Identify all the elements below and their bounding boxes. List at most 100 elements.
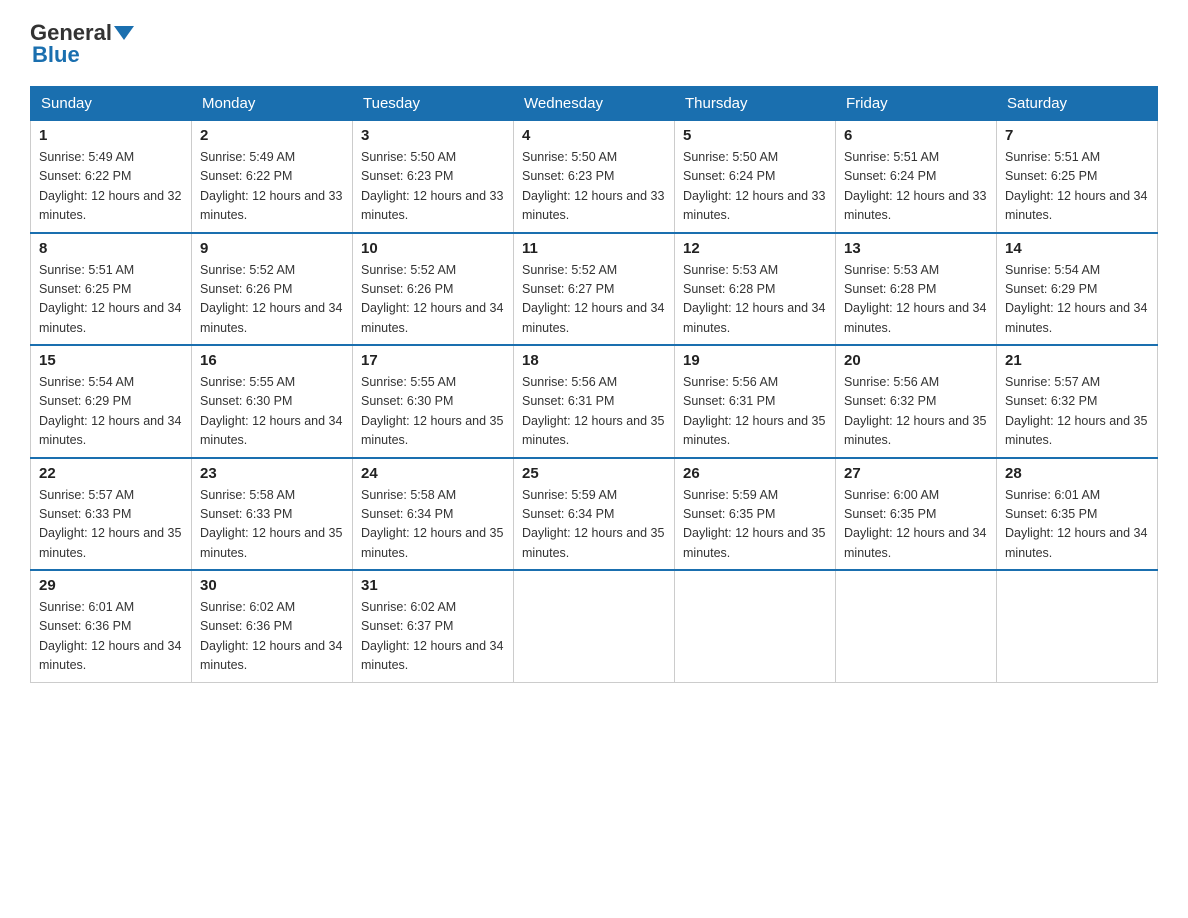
calendar-cell: 14 Sunrise: 5:54 AMSunset: 6:29 PMDaylig… bbox=[997, 233, 1158, 346]
day-number: 24 bbox=[361, 465, 505, 482]
day-info: Sunrise: 5:52 AMSunset: 6:26 PMDaylight:… bbox=[200, 261, 344, 339]
calendar-week-row: 22 Sunrise: 5:57 AMSunset: 6:33 PMDaylig… bbox=[31, 458, 1158, 571]
day-info: Sunrise: 5:54 AMSunset: 6:29 PMDaylight:… bbox=[39, 373, 183, 451]
day-number: 30 bbox=[200, 577, 344, 594]
day-number: 22 bbox=[39, 465, 183, 482]
day-number: 10 bbox=[361, 240, 505, 257]
day-info: Sunrise: 5:56 AMSunset: 6:31 PMDaylight:… bbox=[522, 373, 666, 451]
day-info: Sunrise: 5:59 AMSunset: 6:34 PMDaylight:… bbox=[522, 486, 666, 564]
day-info: Sunrise: 5:55 AMSunset: 6:30 PMDaylight:… bbox=[361, 373, 505, 451]
day-number: 4 bbox=[522, 127, 666, 144]
day-number: 21 bbox=[1005, 352, 1149, 369]
day-info: Sunrise: 5:55 AMSunset: 6:30 PMDaylight:… bbox=[200, 373, 344, 451]
calendar-header-row: SundayMondayTuesdayWednesdayThursdayFrid… bbox=[31, 87, 1158, 121]
day-number: 3 bbox=[361, 127, 505, 144]
calendar-cell: 30 Sunrise: 6:02 AMSunset: 6:36 PMDaylig… bbox=[192, 570, 353, 682]
calendar-cell: 7 Sunrise: 5:51 AMSunset: 6:25 PMDayligh… bbox=[997, 121, 1158, 233]
day-info: Sunrise: 5:49 AMSunset: 6:22 PMDaylight:… bbox=[39, 148, 183, 226]
day-number: 12 bbox=[683, 240, 827, 257]
calendar-cell: 21 Sunrise: 5:57 AMSunset: 6:32 PMDaylig… bbox=[997, 345, 1158, 458]
day-info: Sunrise: 5:56 AMSunset: 6:32 PMDaylight:… bbox=[844, 373, 988, 451]
day-info: Sunrise: 5:52 AMSunset: 6:26 PMDaylight:… bbox=[361, 261, 505, 339]
calendar-cell: 6 Sunrise: 5:51 AMSunset: 6:24 PMDayligh… bbox=[836, 121, 997, 233]
day-info: Sunrise: 6:01 AMSunset: 6:36 PMDaylight:… bbox=[39, 598, 183, 676]
day-info: Sunrise: 6:01 AMSunset: 6:35 PMDaylight:… bbox=[1005, 486, 1149, 564]
col-header-friday: Friday bbox=[836, 87, 997, 121]
calendar-cell: 8 Sunrise: 5:51 AMSunset: 6:25 PMDayligh… bbox=[31, 233, 192, 346]
calendar-cell: 13 Sunrise: 5:53 AMSunset: 6:28 PMDaylig… bbox=[836, 233, 997, 346]
day-info: Sunrise: 5:53 AMSunset: 6:28 PMDaylight:… bbox=[844, 261, 988, 339]
calendar-cell: 24 Sunrise: 5:58 AMSunset: 6:34 PMDaylig… bbox=[353, 458, 514, 571]
calendar-cell: 19 Sunrise: 5:56 AMSunset: 6:31 PMDaylig… bbox=[675, 345, 836, 458]
calendar-cell: 15 Sunrise: 5:54 AMSunset: 6:29 PMDaylig… bbox=[31, 345, 192, 458]
day-info: Sunrise: 5:49 AMSunset: 6:22 PMDaylight:… bbox=[200, 148, 344, 226]
day-info: Sunrise: 6:00 AMSunset: 6:35 PMDaylight:… bbox=[844, 486, 988, 564]
calendar-week-row: 8 Sunrise: 5:51 AMSunset: 6:25 PMDayligh… bbox=[31, 233, 1158, 346]
day-number: 8 bbox=[39, 240, 183, 257]
day-info: Sunrise: 5:50 AMSunset: 6:24 PMDaylight:… bbox=[683, 148, 827, 226]
logo-blue-text: Blue bbox=[30, 42, 80, 68]
day-number: 14 bbox=[1005, 240, 1149, 257]
day-info: Sunrise: 5:59 AMSunset: 6:35 PMDaylight:… bbox=[683, 486, 827, 564]
day-info: Sunrise: 6:02 AMSunset: 6:37 PMDaylight:… bbox=[361, 598, 505, 676]
day-number: 5 bbox=[683, 127, 827, 144]
day-number: 19 bbox=[683, 352, 827, 369]
calendar-cell: 2 Sunrise: 5:49 AMSunset: 6:22 PMDayligh… bbox=[192, 121, 353, 233]
calendar-cell bbox=[836, 570, 997, 682]
day-info: Sunrise: 6:02 AMSunset: 6:36 PMDaylight:… bbox=[200, 598, 344, 676]
day-number: 6 bbox=[844, 127, 988, 144]
day-info: Sunrise: 5:50 AMSunset: 6:23 PMDaylight:… bbox=[361, 148, 505, 226]
calendar-cell: 1 Sunrise: 5:49 AMSunset: 6:22 PMDayligh… bbox=[31, 121, 192, 233]
calendar-cell: 18 Sunrise: 5:56 AMSunset: 6:31 PMDaylig… bbox=[514, 345, 675, 458]
calendar-week-row: 15 Sunrise: 5:54 AMSunset: 6:29 PMDaylig… bbox=[31, 345, 1158, 458]
day-info: Sunrise: 5:57 AMSunset: 6:32 PMDaylight:… bbox=[1005, 373, 1149, 451]
col-header-tuesday: Tuesday bbox=[353, 87, 514, 121]
col-header-saturday: Saturday bbox=[997, 87, 1158, 121]
day-number: 7 bbox=[1005, 127, 1149, 144]
day-number: 1 bbox=[39, 127, 183, 144]
page-header: General Blue bbox=[30, 20, 1158, 68]
col-header-monday: Monday bbox=[192, 87, 353, 121]
day-info: Sunrise: 5:58 AMSunset: 6:33 PMDaylight:… bbox=[200, 486, 344, 564]
calendar-cell: 3 Sunrise: 5:50 AMSunset: 6:23 PMDayligh… bbox=[353, 121, 514, 233]
day-info: Sunrise: 5:54 AMSunset: 6:29 PMDaylight:… bbox=[1005, 261, 1149, 339]
calendar-cell bbox=[675, 570, 836, 682]
calendar-cell: 9 Sunrise: 5:52 AMSunset: 6:26 PMDayligh… bbox=[192, 233, 353, 346]
calendar-cell: 31 Sunrise: 6:02 AMSunset: 6:37 PMDaylig… bbox=[353, 570, 514, 682]
day-number: 31 bbox=[361, 577, 505, 594]
day-info: Sunrise: 5:51 AMSunset: 6:25 PMDaylight:… bbox=[39, 261, 183, 339]
calendar-week-row: 29 Sunrise: 6:01 AMSunset: 6:36 PMDaylig… bbox=[31, 570, 1158, 682]
calendar-cell: 25 Sunrise: 5:59 AMSunset: 6:34 PMDaylig… bbox=[514, 458, 675, 571]
calendar-cell: 10 Sunrise: 5:52 AMSunset: 6:26 PMDaylig… bbox=[353, 233, 514, 346]
day-info: Sunrise: 5:50 AMSunset: 6:23 PMDaylight:… bbox=[522, 148, 666, 226]
logo-arrow-icon bbox=[114, 26, 134, 40]
calendar-cell: 29 Sunrise: 6:01 AMSunset: 6:36 PMDaylig… bbox=[31, 570, 192, 682]
day-number: 15 bbox=[39, 352, 183, 369]
day-number: 23 bbox=[200, 465, 344, 482]
day-number: 16 bbox=[200, 352, 344, 369]
day-info: Sunrise: 5:51 AMSunset: 6:24 PMDaylight:… bbox=[844, 148, 988, 226]
day-number: 9 bbox=[200, 240, 344, 257]
day-number: 28 bbox=[1005, 465, 1149, 482]
day-info: Sunrise: 5:52 AMSunset: 6:27 PMDaylight:… bbox=[522, 261, 666, 339]
col-header-thursday: Thursday bbox=[675, 87, 836, 121]
day-number: 20 bbox=[844, 352, 988, 369]
calendar-table: SundayMondayTuesdayWednesdayThursdayFrid… bbox=[30, 86, 1158, 683]
day-number: 17 bbox=[361, 352, 505, 369]
calendar-cell: 16 Sunrise: 5:55 AMSunset: 6:30 PMDaylig… bbox=[192, 345, 353, 458]
calendar-cell: 28 Sunrise: 6:01 AMSunset: 6:35 PMDaylig… bbox=[997, 458, 1158, 571]
calendar-cell: 22 Sunrise: 5:57 AMSunset: 6:33 PMDaylig… bbox=[31, 458, 192, 571]
calendar-cell: 4 Sunrise: 5:50 AMSunset: 6:23 PMDayligh… bbox=[514, 121, 675, 233]
calendar-cell: 17 Sunrise: 5:55 AMSunset: 6:30 PMDaylig… bbox=[353, 345, 514, 458]
day-info: Sunrise: 5:53 AMSunset: 6:28 PMDaylight:… bbox=[683, 261, 827, 339]
calendar-cell: 11 Sunrise: 5:52 AMSunset: 6:27 PMDaylig… bbox=[514, 233, 675, 346]
day-number: 11 bbox=[522, 240, 666, 257]
day-info: Sunrise: 5:56 AMSunset: 6:31 PMDaylight:… bbox=[683, 373, 827, 451]
logo: General Blue bbox=[30, 20, 136, 68]
col-header-wednesday: Wednesday bbox=[514, 87, 675, 121]
calendar-cell: 23 Sunrise: 5:58 AMSunset: 6:33 PMDaylig… bbox=[192, 458, 353, 571]
day-number: 18 bbox=[522, 352, 666, 369]
day-number: 26 bbox=[683, 465, 827, 482]
day-info: Sunrise: 5:51 AMSunset: 6:25 PMDaylight:… bbox=[1005, 148, 1149, 226]
calendar-week-row: 1 Sunrise: 5:49 AMSunset: 6:22 PMDayligh… bbox=[31, 121, 1158, 233]
